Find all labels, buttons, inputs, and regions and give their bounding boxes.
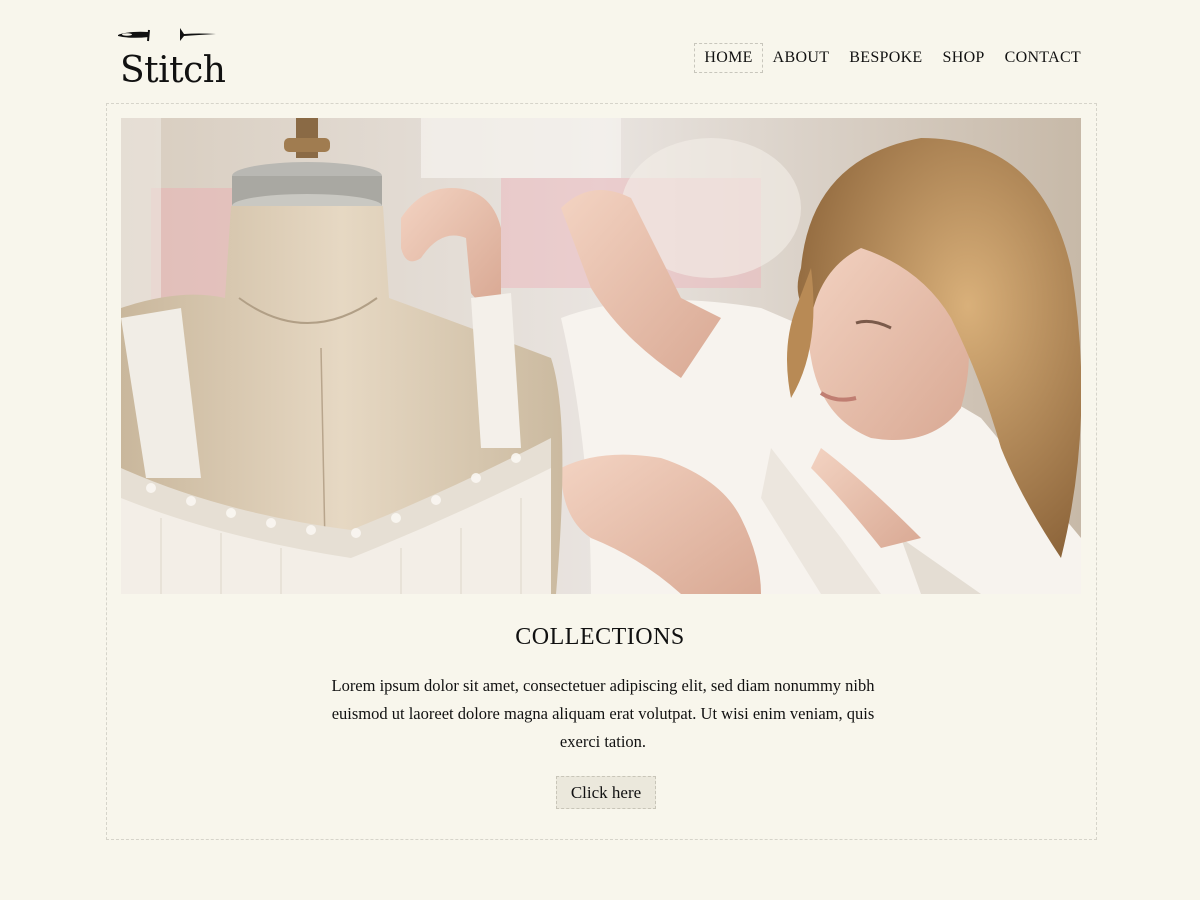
hero-image	[121, 118, 1081, 594]
nav-item-bespoke[interactable]: BESPOKE	[839, 43, 932, 73]
nav-item-shop[interactable]: SHOP	[933, 43, 995, 73]
section-body: Lorem ipsum dolor sit amet, consectetuer…	[331, 676, 875, 751]
site-name: Stitch	[120, 50, 226, 91]
nav-item-about[interactable]: ABOUT	[763, 43, 840, 73]
nav-item-contact[interactable]: CONTACT	[995, 43, 1091, 73]
click-here-button[interactable]: Click here	[556, 776, 656, 809]
site-logo[interactable]: Stitch	[118, 24, 228, 94]
nav-item-home[interactable]: HOME	[694, 43, 763, 73]
needle-icon	[118, 28, 216, 42]
section-title: COLLECTIONS	[515, 624, 685, 650]
main-nav: HOME ABOUT BESPOKE SHOP CONTACT	[694, 43, 1091, 73]
